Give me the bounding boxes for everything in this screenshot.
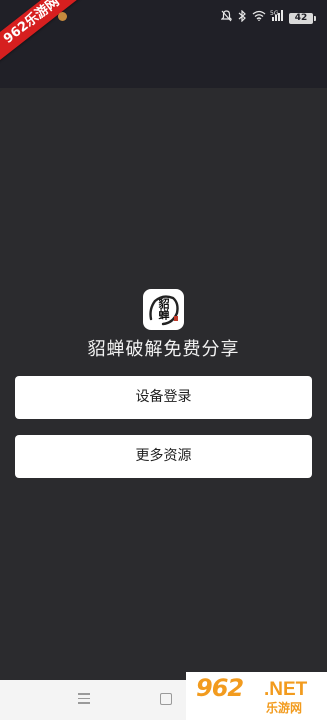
home-icon[interactable]	[160, 693, 172, 705]
app-title: 貂蝉破解免费分享	[87, 339, 240, 360]
device-login-button[interactable]: 设备登录	[15, 376, 312, 419]
notification-dot-icon	[58, 12, 67, 21]
status-icons: 5G 42	[220, 9, 316, 27]
watermark-number: 962	[196, 674, 244, 702]
app-logo: 貂蝉	[143, 289, 184, 330]
battery-icon: 42	[289, 12, 316, 24]
battery-level: 42	[294, 13, 308, 23]
watermark-net: .NET	[264, 679, 308, 700]
watermark-logo: 962 .NET 乐游网	[186, 672, 327, 720]
bluetooth-icon	[238, 9, 246, 27]
mute-icon	[220, 9, 233, 27]
watermark-sub: 乐游网	[266, 701, 303, 715]
app-logo-text: 貂蝉	[157, 298, 170, 320]
wifi-icon	[252, 10, 266, 26]
menu-icon[interactable]	[78, 693, 90, 705]
signal-icon: 5G	[270, 10, 283, 26]
network-type-label: 5G	[270, 10, 279, 17]
more-resources-button[interactable]: 更多资源	[15, 435, 312, 478]
